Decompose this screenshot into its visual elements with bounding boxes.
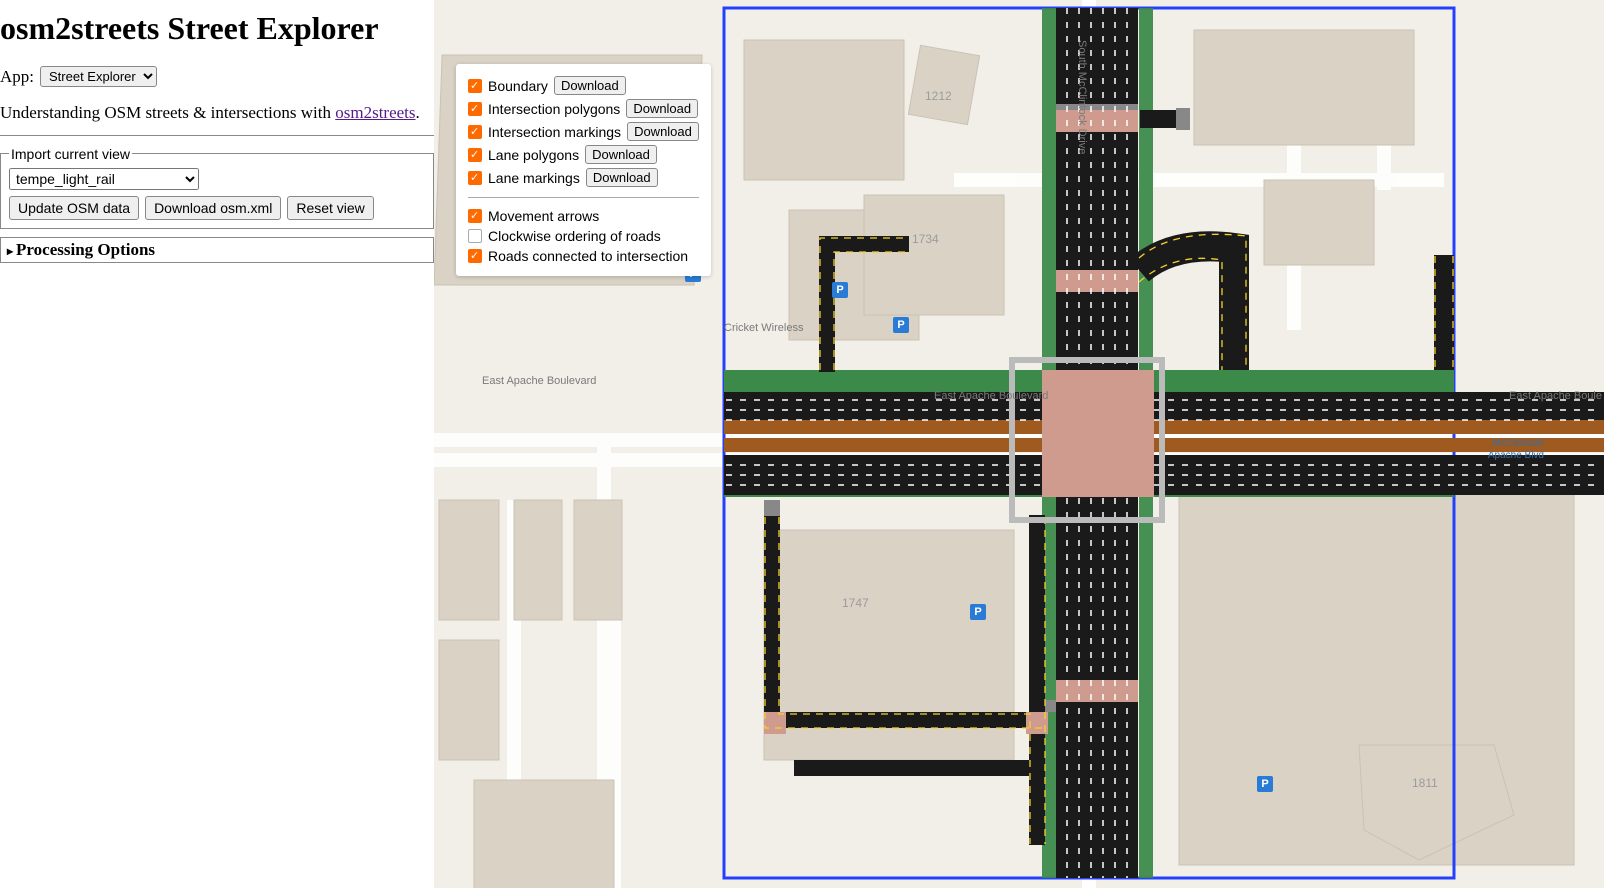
layer-label-lane_polygons: Lane polygons [488,147,579,163]
station-label-2: Apache Blvd [1488,450,1544,461]
layer-checkbox-intersection_markings[interactable] [468,125,482,139]
app-select[interactable]: Street Explorer [40,66,157,87]
layer-label-clockwise_ordering: Clockwise ordering of roads [488,228,661,244]
processing-options[interactable]: Processing Options [0,237,434,263]
layer-label-lane_markings: Lane markings [488,170,580,186]
station-label-1: McClintock/ [1492,438,1544,449]
layer-checkbox-boundary[interactable] [468,79,482,93]
layer-label-intersection_polygons: Intersection polygons [488,101,620,117]
layers-control: Boundary Download Intersection polygons Dow… [456,64,711,276]
layer-row-intersection_polygons: Intersection polygons Download [468,97,699,120]
download-lane_markings-button[interactable]: Download [586,168,658,187]
app-label: App: [0,67,34,87]
reset-view-button[interactable]: Reset view [287,196,373,220]
bldg-1811: 1811 [1412,776,1438,790]
import-fieldset: Import current view tempe_light_rail Upd… [0,146,434,229]
layers-divider [468,197,699,198]
divider [0,135,434,136]
layer-checkbox-clockwise_ordering[interactable] [468,229,482,243]
layer-row-lane_polygons: Lane polygons Download [468,143,699,166]
processing-options-summary[interactable]: Processing Options [1,238,433,262]
parking-icon: P [893,317,909,333]
layer-checkbox-movement_arrows[interactable] [468,209,482,223]
download-boundary-button[interactable]: Download [554,76,626,95]
layer-label-roads_connected: Roads connected to intersection [488,248,688,264]
street-label-apache-right: East Apache Boule [1509,390,1602,402]
app-selector-row: App: Street Explorer [0,66,434,87]
layer-checkbox-roads_connected[interactable] [468,249,482,263]
download-lane_polygons-button[interactable]: Download [585,145,657,164]
bldg-1734: 1734 [912,232,939,246]
layer-checkbox-lane_polygons[interactable] [468,148,482,162]
layer-row-roads_connected: Roads connected to intersection [468,246,699,266]
layer-checkbox-intersection_polygons[interactable] [468,102,482,116]
layer-label-movement_arrows: Movement arrows [488,208,599,224]
street-label-apache-center: East Apache Boulevard [934,390,1048,402]
street-label-apache-left: East Apache Boulevard [482,375,596,387]
download-intersection_markings-button[interactable]: Download [627,122,699,141]
sidebar: osm2streets Street Explorer App: Street … [0,0,434,888]
import-legend: Import current view [9,146,132,162]
parking-icon: P [970,604,986,620]
bldg-1747: 1747 [842,596,869,610]
download-xml-button[interactable]: Download osm.xml [145,196,281,220]
layer-row-clockwise_ordering: Clockwise ordering of roads [468,226,699,246]
page-title: osm2streets Street Explorer [0,8,434,48]
street-label-mcclintock: South McClintock Drive [1076,40,1088,154]
layer-label-boundary: Boundary [488,78,548,94]
test-case-select[interactable]: tempe_light_rail [9,168,199,190]
parking-icon: P [1257,776,1273,792]
bldg-1212: 1212 [925,89,952,103]
update-osm-button[interactable]: Update OSM data [9,196,139,220]
layer-row-movement_arrows: Movement arrows [468,206,699,226]
blurb: Understanding OSM streets & intersection… [0,101,434,125]
osm2streets-link[interactable]: osm2streets [335,103,415,122]
layer-row-intersection_markings: Intersection markings Download [468,120,699,143]
map-panel[interactable]: East Apache Boulevard East Apache Boulev… [434,0,1604,888]
layer-label-intersection_markings: Intersection markings [488,124,621,140]
layer-row-lane_markings: Lane markings Download [468,166,699,189]
layer-checkbox-lane_markings[interactable] [468,171,482,185]
poi-cricket: Cricket Wireless [724,322,803,334]
download-intersection_polygons-button[interactable]: Download [626,99,698,118]
parking-icon: P [832,282,848,298]
layer-row-boundary: Boundary Download [468,74,699,97]
